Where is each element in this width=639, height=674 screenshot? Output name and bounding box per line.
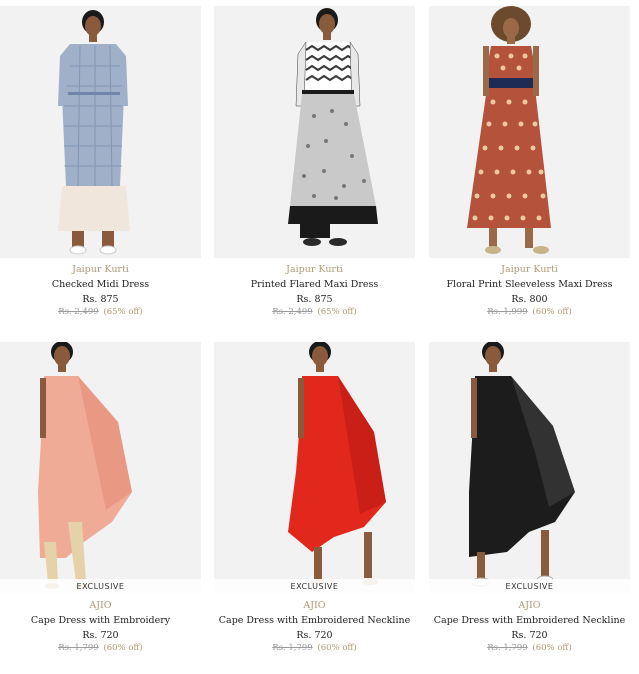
price-details: Rs. 1,999 (60% off) bbox=[429, 307, 630, 317]
product-price: Rs. 720 bbox=[511, 630, 548, 641]
discount-percent: (65% off) bbox=[317, 307, 357, 317]
product-info: AJIO Cape Dress with Embroidery Rs. 720 … bbox=[0, 600, 201, 653]
discount-percent: (65% off) bbox=[103, 307, 143, 317]
product-image[interactable]: EXCLUSIVE bbox=[214, 342, 415, 594]
price-details: Rs. 2,499 (65% off) bbox=[0, 307, 201, 317]
product-image[interactable] bbox=[0, 6, 201, 258]
product-card[interactable]: Jaipur Kurti Checked Midi Dress Rs. 875 … bbox=[0, 6, 201, 317]
product-info: AJIO Cape Dress with Embroidered Necklin… bbox=[214, 600, 415, 653]
product-info: Jaipur Kurti Printed Flared Maxi Dress R… bbox=[214, 264, 415, 317]
product-name[interactable]: Cape Dress with Embroidery bbox=[0, 615, 201, 626]
product-card[interactable]: EXCLUSIVE AJIO Cape Dress with Embroider… bbox=[214, 342, 415, 653]
price-details: Rs. 1,799 (60% off) bbox=[0, 643, 201, 653]
model-figure-icon bbox=[429, 342, 630, 594]
product-info: Jaipur Kurti Floral Print Sleeveless Max… bbox=[429, 264, 630, 317]
model-figure-icon bbox=[0, 342, 201, 594]
product-card[interactable]: EXCLUSIVE AJIO Cape Dress with Embroider… bbox=[0, 342, 201, 653]
product-image[interactable] bbox=[429, 6, 630, 258]
product-image[interactable]: EXCLUSIVE bbox=[429, 342, 630, 594]
original-price: Rs. 1,799 bbox=[487, 643, 528, 653]
model-figure-icon bbox=[214, 6, 415, 258]
original-price: Rs. 1,999 bbox=[487, 307, 528, 317]
original-price: Rs. 2,499 bbox=[58, 307, 99, 317]
discount-percent: (60% off) bbox=[532, 643, 572, 653]
product-card[interactable]: Jaipur Kurti Printed Flared Maxi Dress R… bbox=[214, 6, 415, 317]
product-info: AJIO Cape Dress with Embroidered Necklin… bbox=[429, 600, 630, 653]
discount-percent: (60% off) bbox=[103, 643, 143, 653]
model-figure-icon bbox=[0, 6, 201, 258]
exclusive-badge: EXCLUSIVE bbox=[214, 579, 415, 594]
brand-name: AJIO bbox=[303, 600, 326, 611]
product-image[interactable]: EXCLUSIVE bbox=[0, 342, 201, 594]
product-price: Rs. 720 bbox=[82, 630, 119, 641]
discount-percent: (60% off) bbox=[317, 643, 357, 653]
exclusive-badge: EXCLUSIVE bbox=[429, 579, 630, 594]
brand-name: AJIO bbox=[89, 600, 112, 611]
brand-name: Jaipur Kurti bbox=[501, 264, 558, 275]
price-details: Rs. 2,499 (65% off) bbox=[214, 307, 415, 317]
product-card[interactable]: Jaipur Kurti Floral Print Sleeveless Max… bbox=[429, 6, 630, 317]
price-details: Rs. 1,799 (60% off) bbox=[429, 643, 630, 653]
product-info: Jaipur Kurti Checked Midi Dress Rs. 875 … bbox=[0, 264, 201, 317]
original-price: Rs. 2,499 bbox=[272, 307, 313, 317]
product-name[interactable]: Printed Flared Maxi Dress bbox=[214, 279, 415, 290]
product-name[interactable]: Cape Dress with Embroidered Neckline bbox=[214, 615, 415, 626]
brand-name: Jaipur Kurti bbox=[72, 264, 129, 275]
brand-name: Jaipur Kurti bbox=[286, 264, 343, 275]
exclusive-badge: EXCLUSIVE bbox=[0, 579, 201, 594]
product-grid: Jaipur Kurti Checked Midi Dress Rs. 875 … bbox=[0, 0, 639, 674]
product-name[interactable]: Cape Dress with Embroidered Neckline bbox=[429, 615, 630, 626]
product-price: Rs. 875 bbox=[82, 294, 119, 305]
model-figure-icon bbox=[214, 342, 415, 594]
product-card[interactable]: EXCLUSIVE AJIO Cape Dress with Embroider… bbox=[429, 342, 630, 653]
price-details: Rs. 1,799 (60% off) bbox=[214, 643, 415, 653]
product-price: Rs. 720 bbox=[296, 630, 333, 641]
product-image[interactable] bbox=[214, 6, 415, 258]
product-name[interactable]: Floral Print Sleeveless Maxi Dress bbox=[429, 279, 630, 290]
discount-percent: (60% off) bbox=[532, 307, 572, 317]
product-name[interactable]: Checked Midi Dress bbox=[0, 279, 201, 290]
model-figure-icon bbox=[429, 6, 630, 258]
product-price: Rs. 875 bbox=[296, 294, 333, 305]
brand-name: AJIO bbox=[518, 600, 541, 611]
product-price: Rs. 800 bbox=[511, 294, 548, 305]
original-price: Rs. 1,799 bbox=[272, 643, 313, 653]
original-price: Rs. 1,799 bbox=[58, 643, 99, 653]
